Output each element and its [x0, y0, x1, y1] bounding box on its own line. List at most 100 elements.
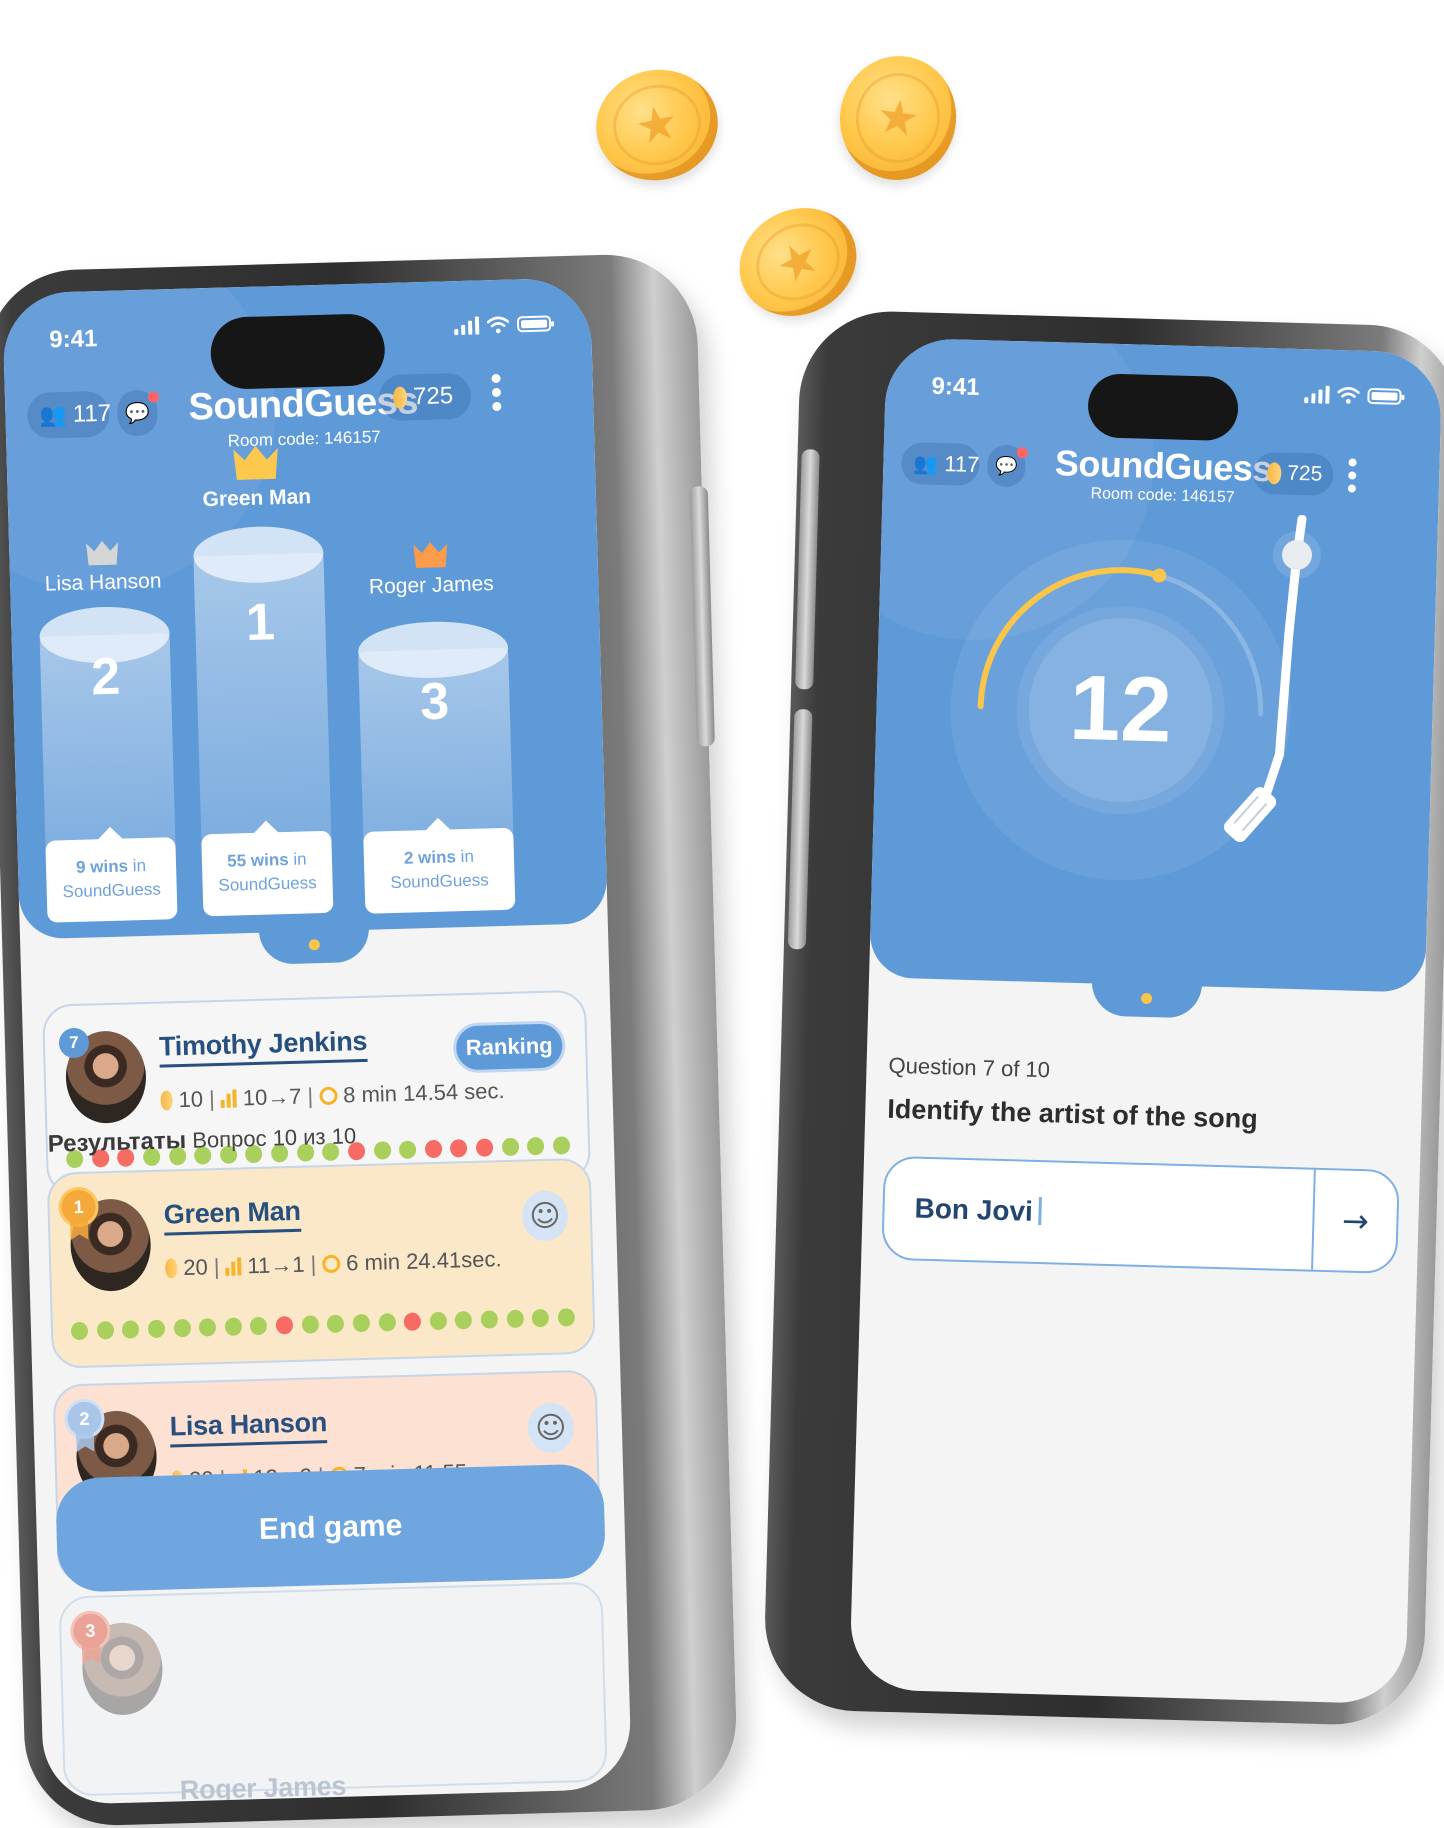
- player-name-link[interactable]: Lisa Hanson: [169, 1407, 328, 1448]
- countdown-turntable: 12: [950, 514, 1322, 881]
- wifi-icon: [486, 316, 510, 334]
- end-game-button[interactable]: End game: [55, 1463, 607, 1593]
- coins-earned: 20: [182, 1254, 209, 1281]
- coin-icon: [1266, 462, 1282, 485]
- rank-bars-icon: [220, 1089, 238, 1108]
- podium-name: Lisa Hanson: [44, 569, 162, 596]
- wins-game: SoundGuess: [390, 870, 489, 893]
- side-button: [787, 709, 813, 950]
- podium-place-3: Roger James 3 2 wins in SoundGuess: [355, 538, 516, 914]
- player-name-link[interactable]: Roger James: [179, 1771, 346, 1805]
- pager-tab: [258, 927, 370, 965]
- battery-icon: [1367, 387, 1402, 405]
- phone-question: 9:41 👥 117 💬 SoundGuess Room code: 14615…: [762, 309, 1444, 1727]
- correct-answer-dot: [147, 1319, 166, 1339]
- coin-icon: [160, 1090, 173, 1111]
- podium-number: 3: [419, 672, 450, 732]
- wins-count: 55 wins: [226, 849, 289, 871]
- player-name-link[interactable]: Timothy Jenkins: [158, 1025, 368, 1068]
- podium-name: Green Man: [202, 485, 312, 512]
- bronze-crown-icon: [413, 542, 448, 568]
- question-screen: 9:41 👥 117 💬 SoundGuess Room code: 14615…: [849, 337, 1443, 1705]
- total-time: 6 min 24.41sec.: [345, 1246, 502, 1276]
- correct-answer-dot: [531, 1308, 550, 1328]
- wins-count: 2 wins: [403, 847, 457, 868]
- correct-answer-dot: [121, 1320, 140, 1339]
- correct-answer-dot: [501, 1137, 519, 1157]
- answer-input-value[interactable]: Bon Jovi: [914, 1193, 1043, 1229]
- correct-answer-dot: [224, 1317, 242, 1336]
- more-menu-icon[interactable]: [490, 373, 501, 412]
- countdown-value: 12: [1068, 657, 1173, 762]
- correct-answer-dot: [378, 1313, 396, 1332]
- player-name-link[interactable]: Green Man: [163, 1195, 302, 1236]
- correct-answer-dot: [198, 1318, 217, 1337]
- wrong-answer-dot: [275, 1316, 294, 1335]
- floating-coin-icon: ★: [585, 58, 729, 192]
- phone-results: 9:41 👥 117 💬 SoundGuess Room code: 14615…: [0, 252, 739, 1828]
- side-button: [795, 449, 820, 690]
- result-card: 3 Roger James: [58, 1581, 608, 1805]
- podium-name: Roger James: [368, 572, 495, 599]
- signal-icon: [1304, 385, 1330, 404]
- correct-answer-dot: [326, 1314, 345, 1334]
- status-time: 9:41: [931, 372, 980, 402]
- correct-answer-dot: [352, 1313, 371, 1333]
- correct-answer-dot: [480, 1310, 499, 1329]
- correct-answer-dot: [527, 1136, 545, 1156]
- smiley-reaction-button[interactable]: ☺: [527, 1402, 575, 1454]
- wrong-answer-dot: [475, 1138, 494, 1157]
- position-change: 11→1: [247, 1251, 305, 1279]
- correct-answer-dot: [250, 1316, 268, 1336]
- correct-answer-dot: [429, 1311, 447, 1331]
- text-caret: [1038, 1197, 1043, 1226]
- podium-wins-card: 55 wins in SoundGuess: [201, 830, 334, 917]
- coin-icon: [392, 386, 408, 409]
- timer-icon: [318, 1086, 338, 1106]
- player-stats: 20 | 11→1 | 6 min 24.41sec.: [165, 1246, 502, 1281]
- submit-answer-button[interactable]: →: [1311, 1169, 1398, 1273]
- gold-crown-icon: [233, 446, 278, 480]
- answer-dots: [70, 1308, 575, 1341]
- correct-answer-dot: [557, 1308, 575, 1327]
- correct-answer-dot: [454, 1311, 473, 1330]
- question-prompt: Identify the artist of the song: [886, 1093, 1259, 1135]
- podium-place-1: Green Man 1 55 wins in SoundGuess: [190, 441, 334, 917]
- results-screen: 9:41 👥 117 💬 SoundGuess Room code: 14615…: [2, 277, 633, 1806]
- correct-answer-dot: [173, 1318, 191, 1338]
- battery-icon: [516, 315, 552, 333]
- wins-game: SoundGuess: [218, 873, 317, 895]
- timer-icon: [321, 1254, 341, 1274]
- pager-dot: [1140, 992, 1153, 1005]
- coin-balance-value: 725: [1286, 461, 1323, 486]
- arrow-right-icon: →: [1341, 1201, 1370, 1241]
- coin-balance[interactable]: 725: [378, 372, 472, 422]
- result-card: 1 Green Man ☺ 20 | 11→1 | 6 min 24.41sec…: [46, 1157, 596, 1369]
- coin-balance[interactable]: 725: [1252, 451, 1334, 496]
- answer-input[interactable]: Bon Jovi →: [881, 1155, 1400, 1275]
- smiley-reaction-button[interactable]: ☺: [521, 1190, 569, 1242]
- rank-bars-icon: [225, 1257, 242, 1276]
- question-counter: Question 7 of 10: [888, 1052, 1051, 1083]
- podium-place-2: Lisa Hanson 2 9 wins in SoundGuess: [37, 537, 178, 923]
- position-change: 10→7: [242, 1083, 302, 1111]
- correct-answer-dot: [301, 1315, 319, 1334]
- side-button: [689, 486, 715, 747]
- silver-crown-icon: [86, 541, 119, 566]
- wrong-answer-dot: [450, 1139, 468, 1158]
- pager-tab: [1091, 981, 1202, 1019]
- wins-game: SoundGuess: [62, 879, 162, 902]
- correct-answer-dot: [70, 1321, 89, 1341]
- coin-icon: [165, 1258, 178, 1279]
- floating-coin-icon: ★: [831, 48, 965, 188]
- wrong-answer-dot: [424, 1139, 443, 1159]
- correct-answer-dot: [398, 1140, 417, 1159]
- total-time: 8 min 14.54 sec.: [342, 1078, 505, 1108]
- more-menu-icon[interactable]: [1347, 458, 1358, 493]
- player-stats: 10 | 10→7 | 8 min 14.54 sec.: [160, 1078, 505, 1114]
- floating-coin-icon: ★: [720, 187, 876, 337]
- correct-answer-dot: [506, 1309, 524, 1329]
- coin-balance-value: 725: [412, 382, 454, 411]
- ranking-button[interactable]: Ranking: [452, 1020, 566, 1074]
- podium-wins-card: 2 wins in SoundGuess: [363, 827, 516, 914]
